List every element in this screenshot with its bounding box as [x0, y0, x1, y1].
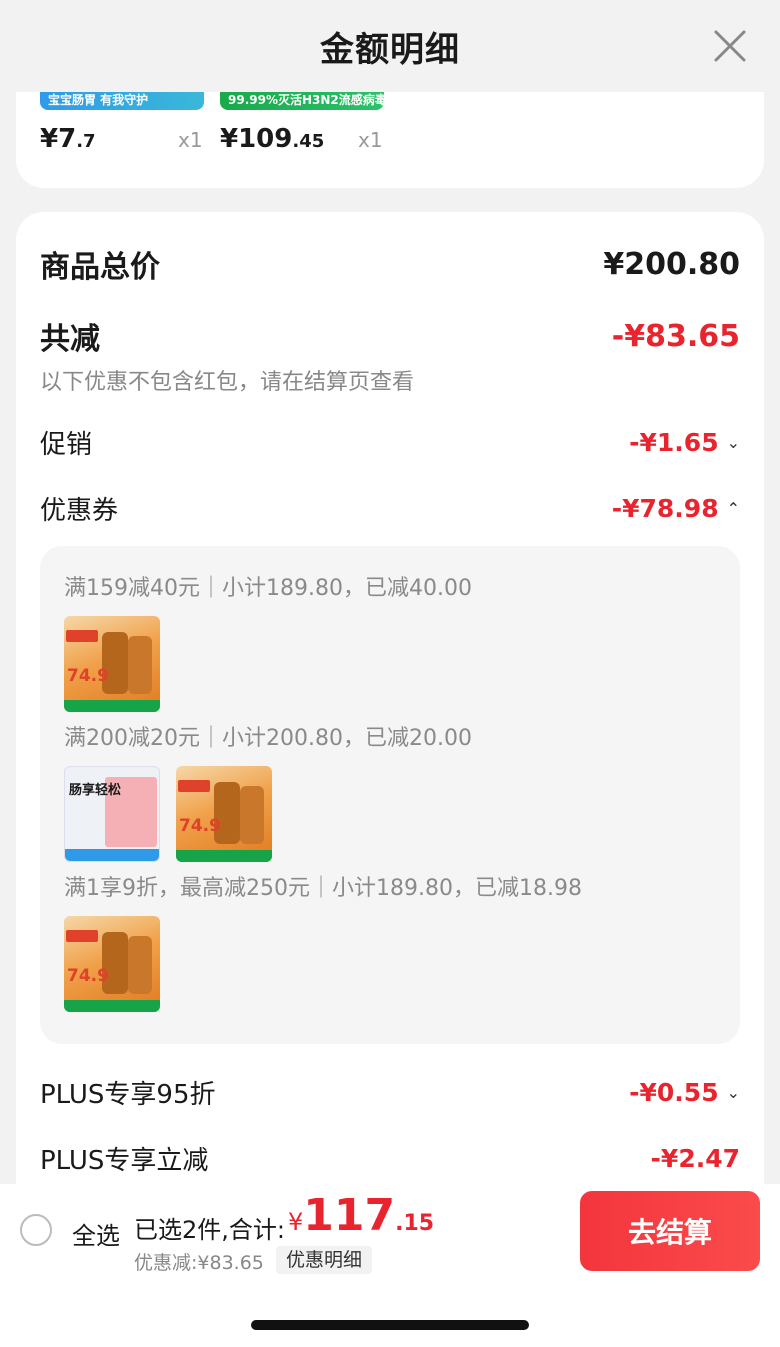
item-price: ¥7.7: [40, 124, 96, 154]
item-qty: x1: [358, 128, 383, 152]
close-icon[interactable]: [710, 26, 750, 66]
plus-discount-row[interactable]: PLUS专享95折 -¥0.55 ⌄: [40, 1074, 740, 1111]
product-thumbnail: 肠享轻松: [64, 766, 160, 862]
goods-total-label: 商品总价: [40, 250, 160, 285]
total-discount-row: 共减 -¥83.65: [40, 314, 740, 358]
checkout-button[interactable]: 去结算: [580, 1191, 760, 1271]
home-indicator-area: [0, 1278, 780, 1347]
promo-label: 促销: [40, 430, 93, 460]
discount-text: 优惠减:¥83.65: [134, 1252, 264, 1274]
coupon-rule: 满200减20元｜小计200.80，已减20.00: [64, 726, 472, 751]
promo-value: -¥1.65 ⌄: [629, 428, 740, 457]
coupon-rule: 满1享9折，最高减250元｜小计189.80，已减18.98: [64, 876, 582, 901]
chevron-up-icon[interactable]: ⌃: [727, 499, 740, 518]
product-thumbnail: 74.9: [176, 766, 272, 862]
coupon-value: -¥78.98 ⌃: [611, 494, 740, 523]
total-discount-value: -¥83.65: [611, 318, 740, 354]
discount-note: 以下优惠不包含红包，请在结算页查看: [40, 370, 415, 395]
plus-discount-value: -¥0.55 ⌄: [629, 1078, 740, 1107]
home-indicator[interactable]: [251, 1320, 529, 1330]
coupon-label: 优惠券: [40, 496, 119, 526]
goods-total-value: ¥200.80: [603, 246, 740, 282]
header: 金额明细: [0, 0, 780, 92]
total-price: ¥117.15: [288, 1190, 435, 1241]
promo-row[interactable]: 促销 -¥1.65 ⌄: [40, 424, 740, 461]
plus-instant-row: PLUS专享立减 -¥2.47: [40, 1140, 740, 1177]
item-tag: 99.99%灭活H3N2流感病毒: [220, 92, 384, 110]
coupon-rule: 满159减40元｜小计189.80，已减40.00: [64, 576, 472, 601]
selected-items-card: 宝宝肠胃 有我守护 99.99%灭活H3N2流感病毒 ¥7.7 x1 ¥109.…: [16, 92, 764, 188]
item-price: ¥109.45: [220, 124, 325, 154]
selected-summary: 已选2件,合计:: [134, 1216, 285, 1244]
item-qty: x1: [178, 128, 203, 152]
product-thumbnail: 74.9: [64, 916, 160, 1012]
select-all-checkbox[interactable]: [20, 1214, 52, 1246]
checkout-bar: 全选 已选2件,合计: ¥117.15 优惠减:¥83.65 优惠明细 去结算: [0, 1184, 780, 1278]
coupon-details: 满159减40元｜小计189.80，已减40.00 74.9 满200减20元｜…: [40, 546, 740, 1044]
price-details-card: 商品总价 ¥200.80 共减 -¥83.65 以下优惠不包含红包，请在结算页查…: [16, 212, 764, 1312]
total-discount-label: 共减: [40, 322, 100, 357]
chevron-down-icon[interactable]: ⌄: [727, 1083, 740, 1102]
page-title: 金额明细: [320, 29, 460, 70]
goods-total-row: 商品总价 ¥200.80: [40, 242, 740, 286]
select-all-label[interactable]: 全选: [72, 1216, 120, 1251]
item-tag: 宝宝肠胃 有我守护: [40, 92, 204, 110]
discount-details-button[interactable]: 优惠明细: [276, 1246, 373, 1274]
plus-instant-label: PLUS专享立减: [40, 1146, 209, 1176]
coupon-row[interactable]: 优惠券 -¥78.98 ⌃: [40, 490, 740, 527]
plus-discount-label: PLUS专享95折: [40, 1080, 216, 1110]
plus-instant-value: -¥2.47: [650, 1144, 740, 1173]
chevron-down-icon[interactable]: ⌄: [727, 433, 740, 452]
product-thumbnail: 74.9: [64, 616, 160, 712]
